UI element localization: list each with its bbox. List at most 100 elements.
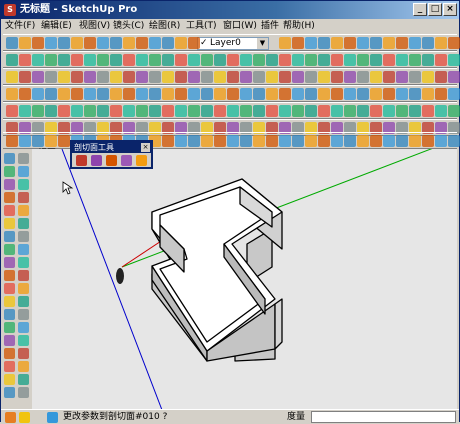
toolbar-tool-icon[interactable]: [58, 88, 70, 100]
toolbar-tool-icon[interactable]: [396, 54, 408, 66]
toolbar-tool-icon[interactable]: [279, 88, 291, 100]
drawing-tool-icon[interactable]: [4, 322, 15, 333]
toolbar-tool-icon[interactable]: [266, 105, 278, 117]
toolbar-tool-icon[interactable]: [370, 135, 382, 147]
toolbar-tool-icon[interactable]: [357, 71, 369, 83]
drawing-tool-icon[interactable]: [18, 296, 29, 307]
toolbar-tool-icon[interactable]: [58, 105, 70, 117]
maximize-button[interactable]: □: [428, 3, 442, 16]
toolbar-tool-icon[interactable]: [45, 71, 57, 83]
section-fill-icon[interactable]: [121, 155, 132, 166]
toolbar-tool-icon[interactable]: [318, 105, 330, 117]
toolbar-tool-icon[interactable]: [240, 54, 252, 66]
drawing-tool-icon[interactable]: [4, 296, 15, 307]
toolbar-tool-icon[interactable]: [110, 37, 122, 49]
toolbar-tool-icon[interactable]: [214, 88, 226, 100]
toolbar-tool-icon[interactable]: [331, 37, 343, 49]
toolbar-tool-icon[interactable]: [370, 105, 382, 117]
toolbar-tool-icon[interactable]: [6, 71, 18, 83]
toolbar-tool-icon[interactable]: [188, 54, 200, 66]
menu-help[interactable]: 帮助(H): [283, 20, 315, 33]
toolbar-tool-icon[interactable]: [227, 54, 239, 66]
toolbar-tool-icon[interactable]: [318, 54, 330, 66]
toolbar-tool-icon[interactable]: [292, 71, 304, 83]
drawing-tool-icon[interactable]: [4, 179, 15, 190]
toolbar-tool-icon[interactable]: [123, 71, 135, 83]
toolbar-tool-icon[interactable]: [253, 54, 265, 66]
toolbar-tool-icon[interactable]: [357, 105, 369, 117]
drawing-tool-icon[interactable]: [18, 283, 29, 294]
toolbar-tool-icon[interactable]: [448, 135, 460, 147]
toolbar-tool-icon[interactable]: [58, 37, 70, 49]
toolbar-tool-icon[interactable]: [149, 105, 161, 117]
toolbar-tool-icon[interactable]: [266, 135, 278, 147]
toolbar-tool-icon[interactable]: [45, 105, 57, 117]
toolbar-tool-icon[interactable]: [71, 105, 83, 117]
drawing-tool-icon[interactable]: [4, 348, 15, 359]
toolbar-tool-icon[interactable]: [370, 37, 382, 49]
toolbar-tool-icon[interactable]: [162, 37, 174, 49]
toolbar-tool-icon[interactable]: [409, 37, 421, 49]
toolbar-tool-icon[interactable]: [123, 88, 135, 100]
drawing-tool-icon[interactable]: [4, 257, 15, 268]
toolbar-tool-icon[interactable]: [136, 54, 148, 66]
toolbar-tool-icon[interactable]: [240, 135, 252, 147]
drawing-tool-icon[interactable]: [4, 192, 15, 203]
toolbar-tool-icon[interactable]: [318, 37, 330, 49]
toolbar-tool-icon[interactable]: [240, 71, 252, 83]
toolbar-tool-icon[interactable]: [292, 37, 304, 49]
chevron-down-icon[interactable]: ▼: [257, 38, 268, 49]
toolbar-tool-icon[interactable]: [409, 88, 421, 100]
section-plane-icon[interactable]: [76, 155, 87, 166]
toolbar-tool-icon[interactable]: [435, 135, 447, 147]
toolbar-tool-icon[interactable]: [110, 71, 122, 83]
toolbar-tool-icon[interactable]: [279, 71, 291, 83]
toolbar-tool-icon[interactable]: [357, 88, 369, 100]
toolbar-tool-icon[interactable]: [19, 71, 31, 83]
toolbar-tool-icon[interactable]: [435, 88, 447, 100]
toolbar-tool-icon[interactable]: [357, 135, 369, 147]
toolbar-tool-icon[interactable]: [58, 71, 70, 83]
toolbar-tool-icon[interactable]: [123, 37, 135, 49]
toolbar-tool-icon[interactable]: [84, 71, 96, 83]
toolbar-tool-icon[interactable]: [188, 37, 200, 49]
drawing-tool-icon[interactable]: [18, 374, 29, 385]
toolbar-tool-icon[interactable]: [97, 37, 109, 49]
toolbar-tool-icon[interactable]: [279, 54, 291, 66]
toolbar-tool-icon[interactable]: [448, 88, 460, 100]
drawing-tool-icon[interactable]: [18, 322, 29, 333]
toolbar-tool-icon[interactable]: [175, 54, 187, 66]
toolbar-tool-icon[interactable]: [422, 105, 434, 117]
toolbar-tool-icon[interactable]: [201, 135, 213, 147]
toolbar-tool-icon[interactable]: [214, 135, 226, 147]
toolbar-tool-icon[interactable]: [409, 71, 421, 83]
toolbar-tool-icon[interactable]: [305, 54, 317, 66]
close-button[interactable]: ×: [443, 3, 457, 16]
drawing-tool-icon[interactable]: [18, 348, 29, 359]
toolbar-tool-icon[interactable]: [19, 37, 31, 49]
toolbar-tool-icon[interactable]: [422, 54, 434, 66]
toolbar-tool-icon[interactable]: [71, 54, 83, 66]
toolbar-tool-icon[interactable]: [344, 54, 356, 66]
drawing-tool-icon[interactable]: [4, 374, 15, 385]
drawing-tool-icon[interactable]: [18, 244, 29, 255]
drawing-tool-icon[interactable]: [18, 309, 29, 320]
menu-window[interactable]: 窗口(W): [223, 20, 257, 33]
toolbar-tool-icon[interactable]: [19, 135, 31, 147]
toolbar-tool-icon[interactable]: [201, 88, 213, 100]
help-icon[interactable]: [47, 412, 58, 423]
toolbar-tool-icon[interactable]: [58, 135, 70, 147]
toolbar-tool-icon[interactable]: [32, 105, 44, 117]
toolbar-tool-icon[interactable]: [344, 105, 356, 117]
toolbar-tool-icon[interactable]: [266, 54, 278, 66]
drawing-tool-icon[interactable]: [4, 309, 15, 320]
toolbar-tool-icon[interactable]: [279, 135, 291, 147]
toolbar-tool-icon[interactable]: [383, 135, 395, 147]
toolbar-tool-icon[interactable]: [357, 54, 369, 66]
drawing-tool-icon[interactable]: [18, 166, 29, 177]
toolbar-tool-icon[interactable]: [227, 71, 239, 83]
toolbar-tool-icon[interactable]: [396, 37, 408, 49]
drawing-tool-icon[interactable]: [4, 361, 15, 372]
drawing-tool-icon[interactable]: [4, 231, 15, 242]
toolbar-tool-icon[interactable]: [292, 105, 304, 117]
